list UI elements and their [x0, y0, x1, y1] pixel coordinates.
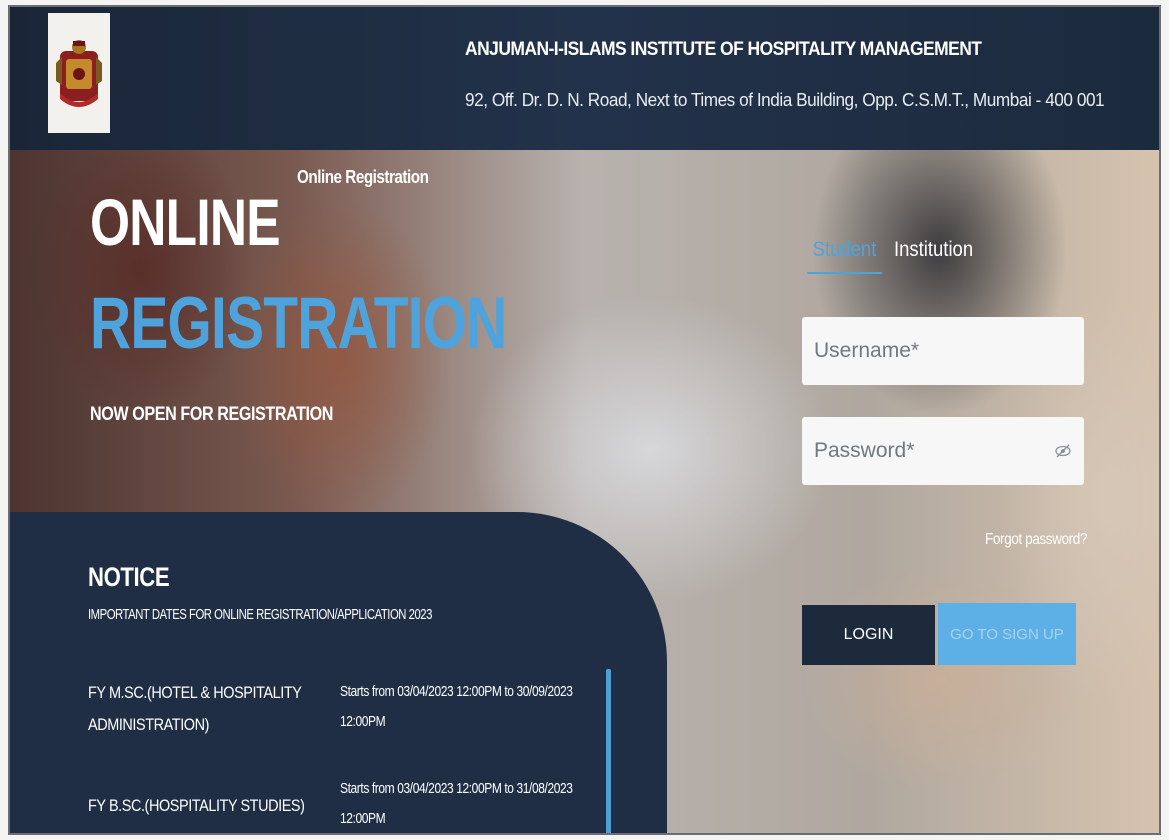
eye-slash-icon[interactable] [1054, 443, 1072, 459]
hero-headline-registration: REGISTRATION [90, 283, 507, 364]
tab-student[interactable]: Student [807, 236, 882, 274]
online-registration-label: Online Registration [297, 167, 429, 187]
dates-line: 12:00PM [340, 810, 386, 827]
institute-crest-icon [56, 40, 102, 107]
hero-headline-online: ONLINE [90, 185, 281, 259]
username-input[interactable] [802, 317, 1084, 385]
course-name-line: FY M.SC.(HOTEL & HOSPITALITY [88, 683, 302, 702]
dates-line: Starts from 03/04/2023 12:00PM to 30/09/… [340, 683, 573, 700]
notice-scrollbar[interactable] [606, 669, 611, 833]
course-dates: Starts from 03/04/2023 12:00PM to 30/09/… [340, 677, 580, 737]
course-name: FY M.SC.(HOTEL & HOSPITALITY ADMINISTRAT… [88, 677, 302, 741]
course-name-line: ADMINISTRATION) [88, 715, 210, 734]
notice-title: NOTICE [88, 562, 170, 592]
course-dates: Starts from 03/04/2023 12:00PM to 31/08/… [340, 774, 580, 833]
go-to-signup-button[interactable]: GO TO SIGN UP [938, 603, 1076, 665]
forgot-password-link[interactable]: Forgot password? [985, 531, 1087, 549]
institute-logo [48, 13, 110, 133]
notice-subtitle: IMPORTANT DATES FOR ONLINE REGISTRATION/… [88, 607, 432, 623]
hero-section: Online Registration ONLINE REGISTRATION … [10, 150, 1159, 833]
dates-line: Starts from 03/04/2023 12:00PM to 31/08/… [340, 780, 573, 797]
dates-line: 12:00PM [340, 713, 386, 730]
institute-address: 92, Off. Dr. D. N. Road, Next to Times o… [465, 89, 1105, 110]
site-header: ANJUMAN-I-ISLAMS INSTITUTE OF HOSPITALIT… [10, 7, 1159, 150]
course-name: FY B.SC.(HOSPITALITY STUDIES) [88, 790, 305, 822]
login-button[interactable]: LOGIN [802, 605, 935, 665]
institute-name: ANJUMAN-I-ISLAMS INSTITUTE OF HOSPITALIT… [465, 39, 982, 60]
registration-open-text: NOW OPEN FOR REGISTRATION [90, 404, 333, 425]
page-frame: ANJUMAN-I-ISLAMS INSTITUTE OF HOSPITALIT… [8, 5, 1161, 835]
password-input[interactable] [802, 417, 1084, 485]
notice-panel: NOTICE IMPORTANT DATES FOR ONLINE REGIST… [10, 512, 667, 833]
tab-institution[interactable]: Institution [894, 236, 973, 274]
login-tabs: Student Institution [802, 236, 1102, 276]
course-name-line: FY B.SC.(HOSPITALITY STUDIES) [88, 796, 305, 815]
